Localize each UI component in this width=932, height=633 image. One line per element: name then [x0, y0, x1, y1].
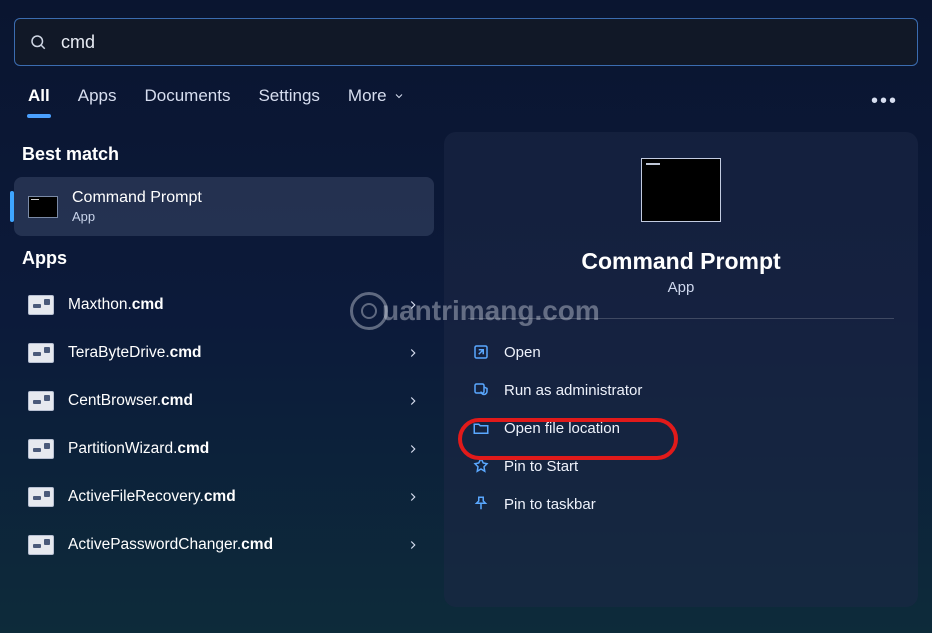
file-icon	[28, 343, 54, 363]
action-label: Pin to taskbar	[504, 496, 596, 513]
tab-more[interactable]: More	[348, 86, 405, 116]
action-label: Run as administrator	[504, 382, 642, 399]
detail-app-icon	[641, 158, 721, 222]
tab-apps[interactable]: Apps	[78, 86, 117, 116]
overflow-menu-button[interactable]: •••	[865, 90, 904, 113]
tab-more-label: More	[348, 86, 387, 106]
app-name: Maxthon.cmd	[68, 296, 406, 314]
app-result[interactable]: ActiveFileRecovery.cmd	[18, 473, 430, 521]
app-result[interactable]: Maxthon.cmd	[18, 281, 430, 329]
app-result[interactable]: TeraByteDrive.cmd	[18, 329, 430, 377]
filter-tabs: All Apps Documents Settings More •••	[0, 66, 932, 124]
chevron-down-icon	[393, 90, 405, 102]
cmd-icon	[28, 196, 58, 218]
divider	[468, 318, 894, 319]
tab-documents[interactable]: Documents	[144, 86, 230, 116]
best-match-subtitle: App	[72, 209, 202, 224]
pin-icon	[472, 495, 490, 513]
chevron-right-icon	[406, 346, 420, 360]
chevron-right-icon	[406, 490, 420, 504]
detail-panel: Command Prompt App Open Run as administr…	[444, 132, 918, 607]
file-icon	[28, 439, 54, 459]
apps-list: Maxthon.cmd TeraByteDrive.cmd CentBrowse…	[14, 281, 434, 569]
detail-title: Command Prompt	[464, 248, 898, 275]
search-bar[interactable]	[14, 18, 918, 66]
detail-subtitle: App	[464, 279, 898, 296]
action-pin-taskbar[interactable]: Pin to taskbar	[464, 485, 898, 523]
action-label: Open	[504, 344, 541, 361]
action-open-location[interactable]: Open file location	[464, 409, 898, 447]
best-match-title: Command Prompt	[72, 189, 202, 207]
chevron-right-icon	[406, 394, 420, 408]
chevron-right-icon	[406, 298, 420, 312]
app-name: CentBrowser.cmd	[68, 392, 406, 410]
action-run-admin[interactable]: Run as administrator	[464, 371, 898, 409]
search-icon	[29, 33, 47, 51]
section-title-apps: Apps	[14, 236, 434, 281]
app-result[interactable]: PartitionWizard.cmd	[18, 425, 430, 473]
app-result[interactable]: ActivePasswordChanger.cmd	[18, 521, 430, 569]
shield-icon	[472, 381, 490, 399]
file-icon	[28, 391, 54, 411]
action-label: Pin to Start	[504, 458, 578, 475]
pin-icon	[472, 457, 490, 475]
action-open[interactable]: Open	[464, 333, 898, 371]
app-name: ActiveFileRecovery.cmd	[68, 488, 406, 506]
tab-all[interactable]: All	[28, 86, 50, 116]
app-name: ActivePasswordChanger.cmd	[68, 536, 406, 554]
file-icon	[28, 535, 54, 555]
chevron-right-icon	[406, 442, 420, 456]
app-name: TeraByteDrive.cmd	[68, 344, 406, 362]
open-icon	[472, 343, 490, 361]
chevron-right-icon	[406, 538, 420, 552]
app-name: PartitionWizard.cmd	[68, 440, 406, 458]
file-icon	[28, 487, 54, 507]
section-title-best-match: Best match	[14, 132, 434, 177]
folder-icon	[472, 419, 490, 437]
action-label: Open file location	[504, 420, 620, 437]
tab-settings[interactable]: Settings	[258, 86, 319, 116]
app-result[interactable]: CentBrowser.cmd	[18, 377, 430, 425]
file-icon	[28, 295, 54, 315]
action-pin-start[interactable]: Pin to Start	[464, 447, 898, 485]
search-input[interactable]	[61, 32, 903, 53]
best-match-result[interactable]: Command Prompt App	[14, 177, 434, 236]
